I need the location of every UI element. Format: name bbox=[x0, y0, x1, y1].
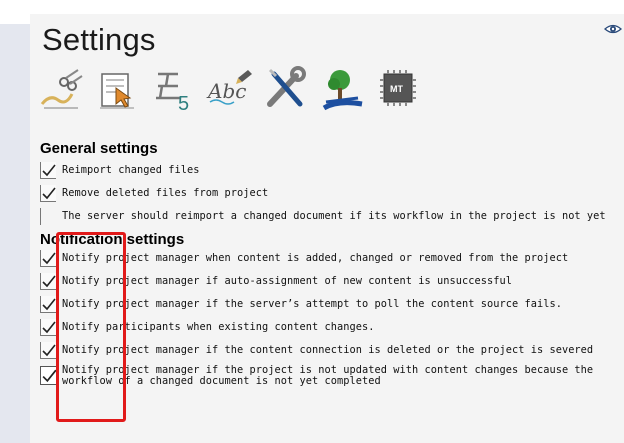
page-title: Settings bbox=[42, 22, 156, 57]
general-setting-row: The server should reimport a changed doc… bbox=[38, 208, 618, 228]
eye-icon[interactable] bbox=[604, 22, 622, 36]
mt-chip-label: MT bbox=[390, 84, 403, 94]
notification-item-label: Notify project manager if the content co… bbox=[62, 344, 594, 356]
general-item-label: Reimport changed files bbox=[62, 164, 200, 176]
notification-item-label: Notify project manager if the server’s a… bbox=[62, 298, 562, 310]
notification-item-label: Notify project manager if auto-assignmen… bbox=[62, 275, 512, 287]
general-item-label: The server should reimport a changed doc… bbox=[62, 210, 606, 222]
general-setting-row: Reimport changed files bbox=[38, 162, 618, 182]
settings-window: Settings 5 Abc MT General settings Reimp… bbox=[0, 0, 624, 443]
settings-panel: Settings 5 Abc MT General settings Reimp… bbox=[30, 14, 624, 443]
notification-settings-heading: Notification settings bbox=[40, 231, 185, 248]
notification-item-label: Notify project manager when content is a… bbox=[62, 252, 569, 264]
notify-auto-assignment-checkbox[interactable] bbox=[40, 273, 56, 290]
general-settings-heading: General settings bbox=[40, 140, 158, 157]
notification-setting-row: Notify participants when existing conten… bbox=[38, 319, 618, 339]
wrench-screwdriver-icon[interactable] bbox=[262, 64, 310, 114]
notification-item-label: Notify participants when existing conten… bbox=[62, 321, 375, 333]
notification-setting-row: Notify project manager when content is a… bbox=[38, 250, 618, 270]
character-five-icon[interactable]: 5 bbox=[150, 64, 198, 114]
machine-translation-chip-icon[interactable]: MT bbox=[374, 64, 422, 114]
notify-project-not-updated-checkbox[interactable] bbox=[40, 366, 58, 385]
notify-connection-deleted-checkbox[interactable] bbox=[40, 342, 56, 359]
signature-scissors-icon[interactable] bbox=[38, 64, 86, 114]
reimport-changed-files-checkbox[interactable] bbox=[40, 162, 56, 179]
notify-participants-checkbox[interactable] bbox=[40, 319, 56, 336]
svg-text:Abc: Abc bbox=[206, 79, 246, 103]
document-cursor-icon[interactable] bbox=[94, 64, 142, 114]
general-setting-row: Remove deleted files from project bbox=[38, 185, 618, 205]
left-navigation-strip bbox=[0, 24, 30, 443]
tree-road-icon[interactable] bbox=[318, 64, 366, 114]
notification-setting-row: Notify project manager if the server’s a… bbox=[38, 296, 618, 316]
notification-setting-row: Notify project manager if auto-assignmen… bbox=[38, 273, 618, 293]
notification-item-label: Notify project manager if the project is… bbox=[62, 364, 594, 387]
notify-poll-failure-checkbox[interactable] bbox=[40, 296, 56, 313]
notification-setting-row: Notify project manager if the project is… bbox=[38, 364, 618, 396]
toolbar: 5 Abc MT bbox=[38, 64, 478, 116]
spellcheck-abc-icon[interactable]: Abc bbox=[206, 64, 254, 114]
general-item-label: Remove deleted files from project bbox=[62, 187, 269, 199]
svg-text:5: 5 bbox=[178, 93, 189, 114]
remove-deleted-files-checkbox[interactable] bbox=[40, 185, 56, 202]
notification-setting-row: Notify project manager if the content co… bbox=[38, 342, 618, 362]
server-reimport-checkbox[interactable] bbox=[40, 208, 56, 225]
notify-content-added-checkbox[interactable] bbox=[40, 250, 56, 267]
